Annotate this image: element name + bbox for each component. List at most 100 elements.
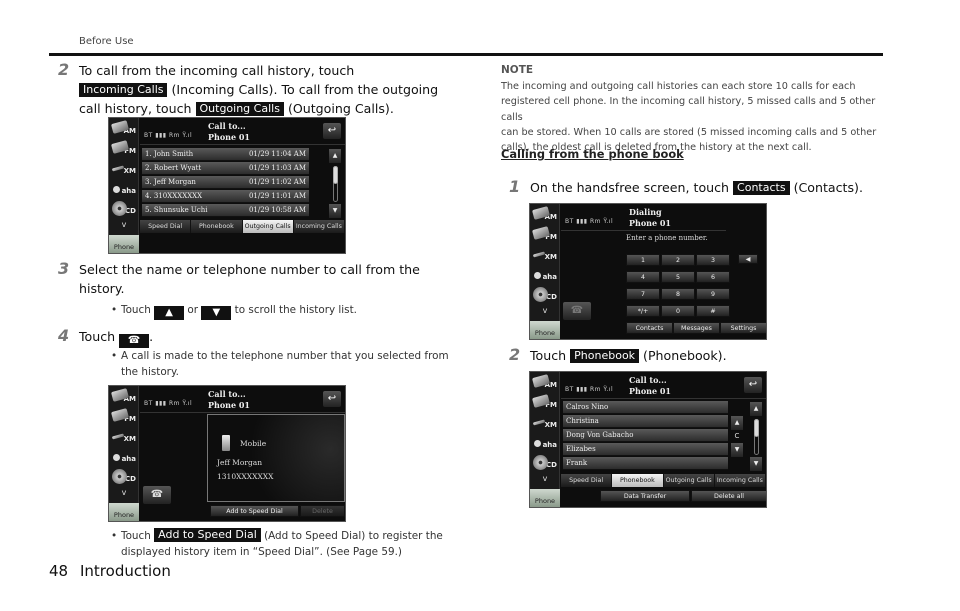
source-cd[interactable]: CD [531,286,559,304]
source-fm[interactable]: FM [531,394,559,412]
right-step-1-text: On the handsfree screen, touch Contacts … [530,178,863,197]
tab-incoming-calls[interactable]: Incoming Calls [714,474,766,487]
data-transfer-button[interactable]: Data Transfer [600,490,690,502]
step-4-text: Touch ☎. [79,327,153,348]
keypad-key[interactable]: 5 [661,271,695,283]
source-label: XM [123,435,136,443]
delete-all-button[interactable]: Delete all [691,490,766,502]
tab-outgoing-calls[interactable]: Outgoing Calls [242,220,294,233]
aha-icon [113,186,120,193]
contact-row[interactable]: Elizabes [563,443,728,456]
scroll-up-icon[interactable]: ▲ [329,149,341,163]
history-row[interactable]: 4. 310XXXXXXX 01/29 11:01 AM [142,190,309,203]
source-cd[interactable]: CD [110,468,138,486]
number-type: Mobile [240,439,267,448]
scrollbar-thumb[interactable] [754,419,759,437]
history-row[interactable]: 2. Robert Wyatt 01/29 11:03 AM [142,162,309,175]
contact-row[interactable]: Frank [563,457,728,470]
antenna-icon [111,165,125,172]
history-row[interactable]: 3. Jeff Morgan 01/29 11:02 AM [142,176,309,189]
scroll-up-icon[interactable]: ▲ [750,402,762,416]
source-aha[interactable]: aha [531,266,559,284]
more-sources-chevron-icon[interactable]: v [109,220,139,229]
antenna-icon [111,433,125,440]
keypad-key[interactable]: 2 [661,254,695,266]
call-button[interactable]: ☎ [563,302,591,320]
source-sidebar: AM FM XM aha CD v Phone [109,118,139,253]
source-aha[interactable]: aha [110,180,138,198]
source-xm[interactable]: XM [110,160,138,178]
settings-button[interactable]: Settings [720,322,766,334]
step-2-line: call history, touch [79,101,196,116]
keypad-key[interactable]: 4 [626,271,660,283]
messages-button[interactable]: Messages [673,322,720,334]
call-button[interactable]: ☎ [143,486,171,504]
keypad-key[interactable]: 9 [696,288,730,300]
keypad-key[interactable]: 8 [661,288,695,300]
phone-source-tab[interactable]: Phone [109,235,139,253]
call-time: 01/29 10:58 AM [248,206,306,214]
add-to-speed-dial-button[interactable]: Add to Speed Dial [210,505,299,517]
dialing-screen: AM FM XM aha CD v Phone BT ▮▮▮ Rm Ÿ.ıl D… [529,203,767,340]
source-xm[interactable]: XM [531,246,559,264]
device-name: Phone 01 [629,218,671,228]
back-icon[interactable]: ↩ [323,123,341,139]
backspace-icon[interactable]: ◀ [738,254,758,264]
keypad-key[interactable]: 6 [696,271,730,283]
source-fm[interactable]: FM [531,226,559,244]
scroll-down-icon[interactable]: ▼ [750,457,762,471]
source-cd[interactable]: CD [531,454,559,472]
source-am[interactable]: AM [531,374,559,392]
source-xm[interactable]: XM [531,414,559,432]
delete-button[interactable]: Delete [300,505,345,517]
keypad-key[interactable]: 0 [661,305,695,317]
phone-source-tab[interactable]: Phone [530,321,560,339]
call-time: 01/29 11:03 AM [248,164,306,172]
scrollbar-thumb[interactable] [333,166,338,184]
keypad-key[interactable]: # [696,305,730,317]
keypad-key[interactable]: 3 [696,254,730,266]
disc-icon [112,469,127,484]
index-up-icon[interactable]: ▲ [731,416,743,430]
history-row[interactable]: 5. Shunsuke Uchi 01/29 10:58 AM [142,204,309,217]
tab-phonebook[interactable]: Phonebook [612,474,664,487]
tab-incoming-calls[interactable]: Incoming Calls [293,220,345,233]
index-down-icon[interactable]: ▼ [731,443,743,457]
contact-row[interactable]: Dong Von Gabacho [563,429,728,442]
contacts-button[interactable]: Contacts [626,322,673,334]
keypad-key[interactable]: 1 [626,254,660,266]
contact-name: Jeff Morgan [217,458,263,467]
more-sources-chevron-icon[interactable]: v [530,474,560,483]
history-row[interactable]: 1. John Smith 01/29 11:04 AM [142,148,309,161]
keypad-key[interactable]: 7 [626,288,660,300]
source-am[interactable]: AM [110,388,138,406]
source-cd[interactable]: CD [110,200,138,218]
tab-outgoing-calls[interactable]: Outgoing Calls [663,474,715,487]
source-aha[interactable]: aha [531,434,559,452]
note-line: The incoming and outgoing call histories… [501,81,856,92]
source-fm[interactable]: FM [110,140,138,158]
tab-speed-dial[interactable]: Speed Dial [140,220,192,233]
scroll-down-icon[interactable]: ▼ [329,204,341,218]
back-icon[interactable]: ↩ [323,391,341,407]
source-aha[interactable]: aha [110,448,138,466]
tab-phonebook[interactable]: Phonebook [191,220,243,233]
keypad-key[interactable]: */+ [626,305,660,317]
phonebook-key: Phonebook [570,349,640,363]
tab-speed-dial[interactable]: Speed Dial [561,474,613,487]
contact-row[interactable]: Christina [563,415,728,428]
source-fm[interactable]: FM [110,408,138,426]
more-sources-chevron-icon[interactable]: v [109,488,139,497]
source-xm[interactable]: XM [110,428,138,446]
phone-tab-bar: Speed Dial Phonebook Outgoing Calls Inco… [561,474,766,487]
source-am[interactable]: AM [531,206,559,224]
more-sources-chevron-icon[interactable]: v [530,306,560,315]
source-am[interactable]: AM [110,120,138,138]
back-icon[interactable]: ↩ [744,377,762,393]
contact-row[interactable]: Calros Nino [563,401,728,414]
antenna-icon [532,251,546,258]
phone-source-tab[interactable]: Phone [109,503,139,521]
dial-prompt: Enter a phone number. [626,234,708,242]
phone-source-tab[interactable]: Phone [530,489,560,507]
disc-icon [112,201,127,216]
